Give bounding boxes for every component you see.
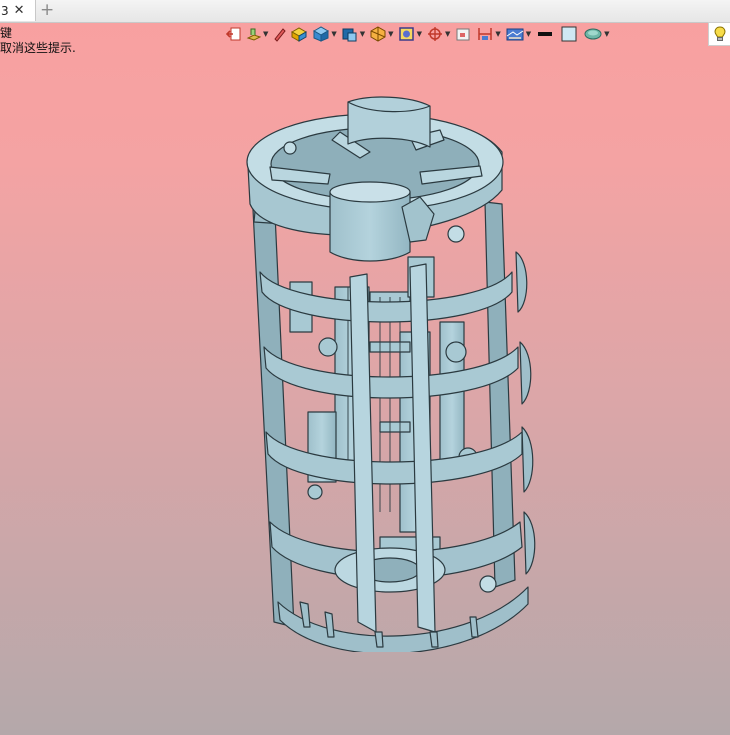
- chevron-down-icon[interactable]: ▼: [526, 30, 531, 38]
- display-mode-icon[interactable]: [290, 24, 308, 44]
- shaded-cube-icon[interactable]: ▼: [312, 24, 337, 44]
- exit-view-icon[interactable]: [226, 24, 242, 44]
- close-icon[interactable]: ✕: [14, 4, 25, 17]
- hide-show-icon[interactable]: [454, 24, 472, 44]
- tab-strip: 3 ✕ +: [0, 0, 730, 23]
- light-bulb-button[interactable]: [708, 22, 730, 46]
- new-tab-button[interactable]: +: [40, 1, 54, 19]
- hint-line-2: 取消这些提示.: [0, 41, 76, 55]
- chevron-down-icon[interactable]: ▼: [388, 30, 393, 38]
- chevron-down-icon[interactable]: ▼: [445, 30, 450, 38]
- scene-icon[interactable]: ▼: [505, 24, 531, 44]
- chevron-down-icon[interactable]: ▼: [360, 30, 365, 38]
- chevron-down-icon[interactable]: ▼: [417, 30, 422, 38]
- view-orientation-icon[interactable]: ▼: [341, 24, 365, 44]
- pencil-icon[interactable]: [272, 24, 287, 44]
- render-style-icon[interactable]: ▼: [246, 24, 268, 44]
- background-color-icon[interactable]: [559, 24, 579, 44]
- 3d-model[interactable]: [230, 92, 550, 652]
- chevron-down-icon[interactable]: ▼: [604, 30, 609, 38]
- chevron-down-icon[interactable]: ▼: [331, 30, 336, 38]
- hint-line-1: 键: [0, 26, 13, 40]
- line-color-icon[interactable]: [535, 24, 555, 44]
- dimension-icon[interactable]: ▼: [476, 24, 501, 44]
- chevron-down-icon[interactable]: ▼: [495, 30, 500, 38]
- hint-text: 键 取消这些提示.: [0, 26, 76, 56]
- target-icon[interactable]: ▼: [426, 24, 450, 44]
- document-tab[interactable]: 3 ✕: [0, 0, 36, 21]
- document-tab-title: 3: [1, 3, 9, 18]
- appearance-icon[interactable]: ▼: [398, 24, 422, 44]
- light-bulb-icon: [714, 26, 726, 41]
- section-view-icon[interactable]: ▼: [369, 24, 394, 44]
- cad-viewport[interactable]: 3 ✕ + 键 取消这些提示. ▼ ▼ ▼ ▼ ▼ ▼ ▼ ▼ ▼: [0, 0, 730, 735]
- chevron-down-icon[interactable]: ▼: [263, 30, 268, 38]
- heads-up-toolbar: ▼ ▼ ▼ ▼ ▼ ▼ ▼ ▼ ▼: [226, 23, 614, 45]
- material-icon[interactable]: ▼: [583, 24, 610, 44]
